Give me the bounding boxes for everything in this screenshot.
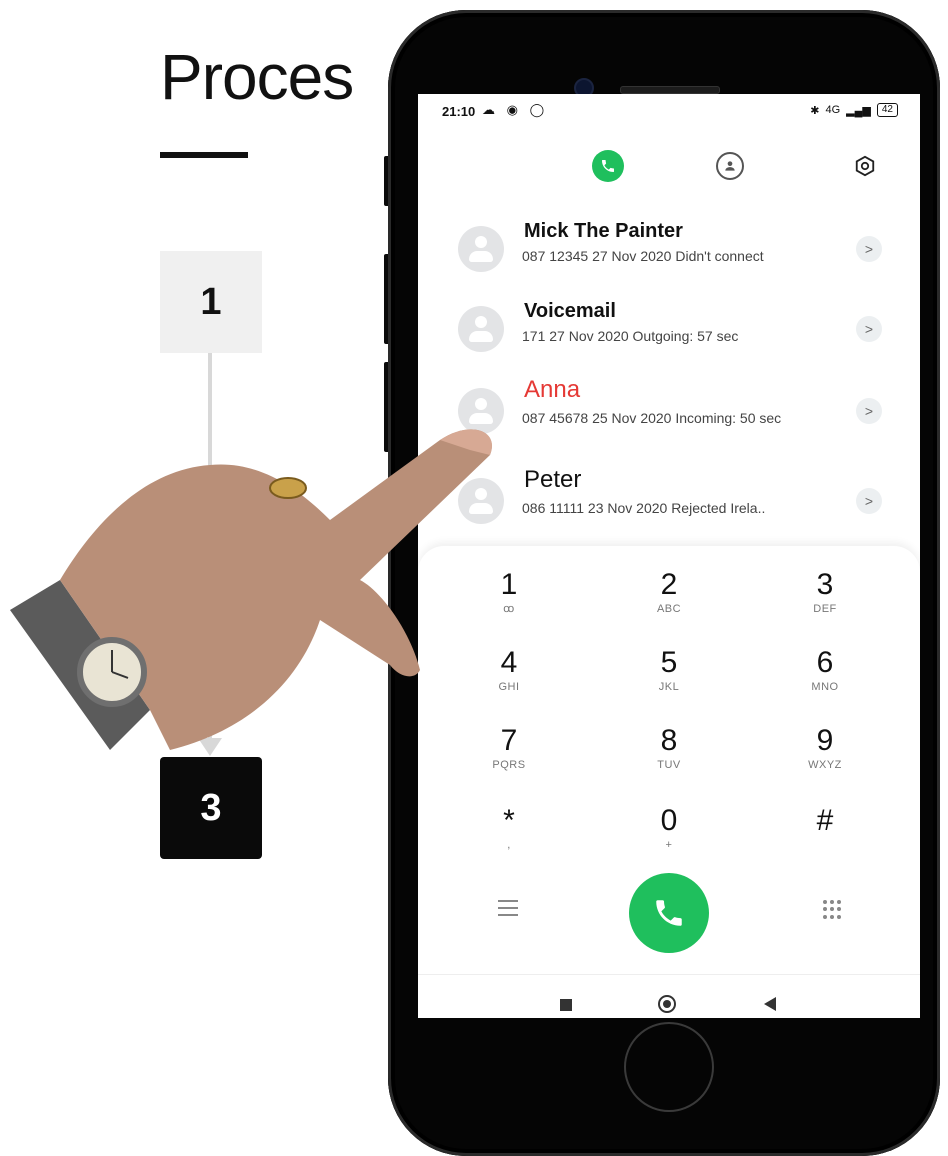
status-time: 21:10 [442,104,476,119]
call-log-row[interactable]: Voicemail 171 27 Nov 2020 Outgoing: 57 s… [418,292,920,372]
call-detail: 087 12345 27 Nov 2020 Didn't connect [522,248,764,264]
call-details-chevron-icon[interactable]: > [856,316,882,342]
bluetooth-icon: ✱ [810,104,820,117]
call-detail: 171 27 Nov 2020 Outgoing: 57 sec [522,328,739,344]
back-nav-icon[interactable] [764,997,776,1011]
dialpad-toggle-icon[interactable] [823,900,843,920]
contact-avatar-icon [458,306,504,352]
home-nav-icon[interactable] [658,995,676,1013]
menu-icon[interactable] [498,900,518,921]
key-2[interactable]: 2 ABC [624,568,714,632]
slide-title: Proces [160,41,354,113]
call-contact-name: Voicemail [524,300,616,322]
title-underline [160,152,248,158]
call-detail: 086 11111 23 Nov 2020 Rejected Irela.. [522,500,766,516]
phone-icon [656,900,682,926]
key-6[interactable]: 6 MNO [780,646,870,710]
contacts-icon [725,161,735,171]
contact-avatar-icon [458,226,504,272]
earpiece-speaker [620,86,720,94]
signal-icon: ▂▄▆ [846,104,871,117]
battery-icon: 42 [876,103,898,117]
call-details-chevron-icon[interactable]: > [856,236,882,262]
call-contact-name: Anna [524,376,581,403]
call-details-chevron-icon[interactable]: > [856,488,882,514]
network-label: 4G [825,104,841,116]
android-nav-bar [418,974,920,1018]
notification-icons: ☁ ◉ ◯ [482,102,549,117]
call-details-chevron-icon[interactable]: > [856,398,882,424]
step-3-box: 3 [160,757,262,859]
key-9[interactable]: 9 WXYZ [780,724,870,788]
call-detail: 087 45678 25 Nov 2020 Incoming: 50 sec [522,410,782,426]
key-3[interactable]: 3 DEF [780,568,870,632]
settings-icon [855,155,875,177]
call-log-row[interactable]: Mick The Painter 087 12345 27 Nov 2020 D… [418,212,920,292]
recents-nav-icon[interactable] [560,999,572,1011]
ring [269,477,307,499]
key-0[interactable]: 0 + [624,804,714,868]
call-button[interactable] [629,873,709,953]
tab-phone[interactable] [592,150,624,182]
top-tabs [418,144,920,184]
key-hash[interactable]: # [780,804,870,868]
pointing-hand-illustration [10,429,492,750]
phone-icon [602,160,614,172]
key-8[interactable]: 8 TUV [624,724,714,788]
key-5[interactable]: 5 JKL [624,646,714,710]
call-contact-name: Peter [524,466,582,493]
status-bar: 21:10 ☁ ◉ ◯ ✱ 4G ▂▄▆ 42 [418,94,920,128]
status-icons: ✱ 4G ▂▄▆ 42 [810,103,898,117]
tab-contacts[interactable] [716,152,744,180]
step-1-box: 1 [160,251,262,353]
home-button[interactable] [624,1022,714,1112]
call-contact-name: Mick The Painter [524,220,683,242]
tab-settings[interactable] [852,153,878,179]
key-star[interactable]: *, [464,804,554,868]
